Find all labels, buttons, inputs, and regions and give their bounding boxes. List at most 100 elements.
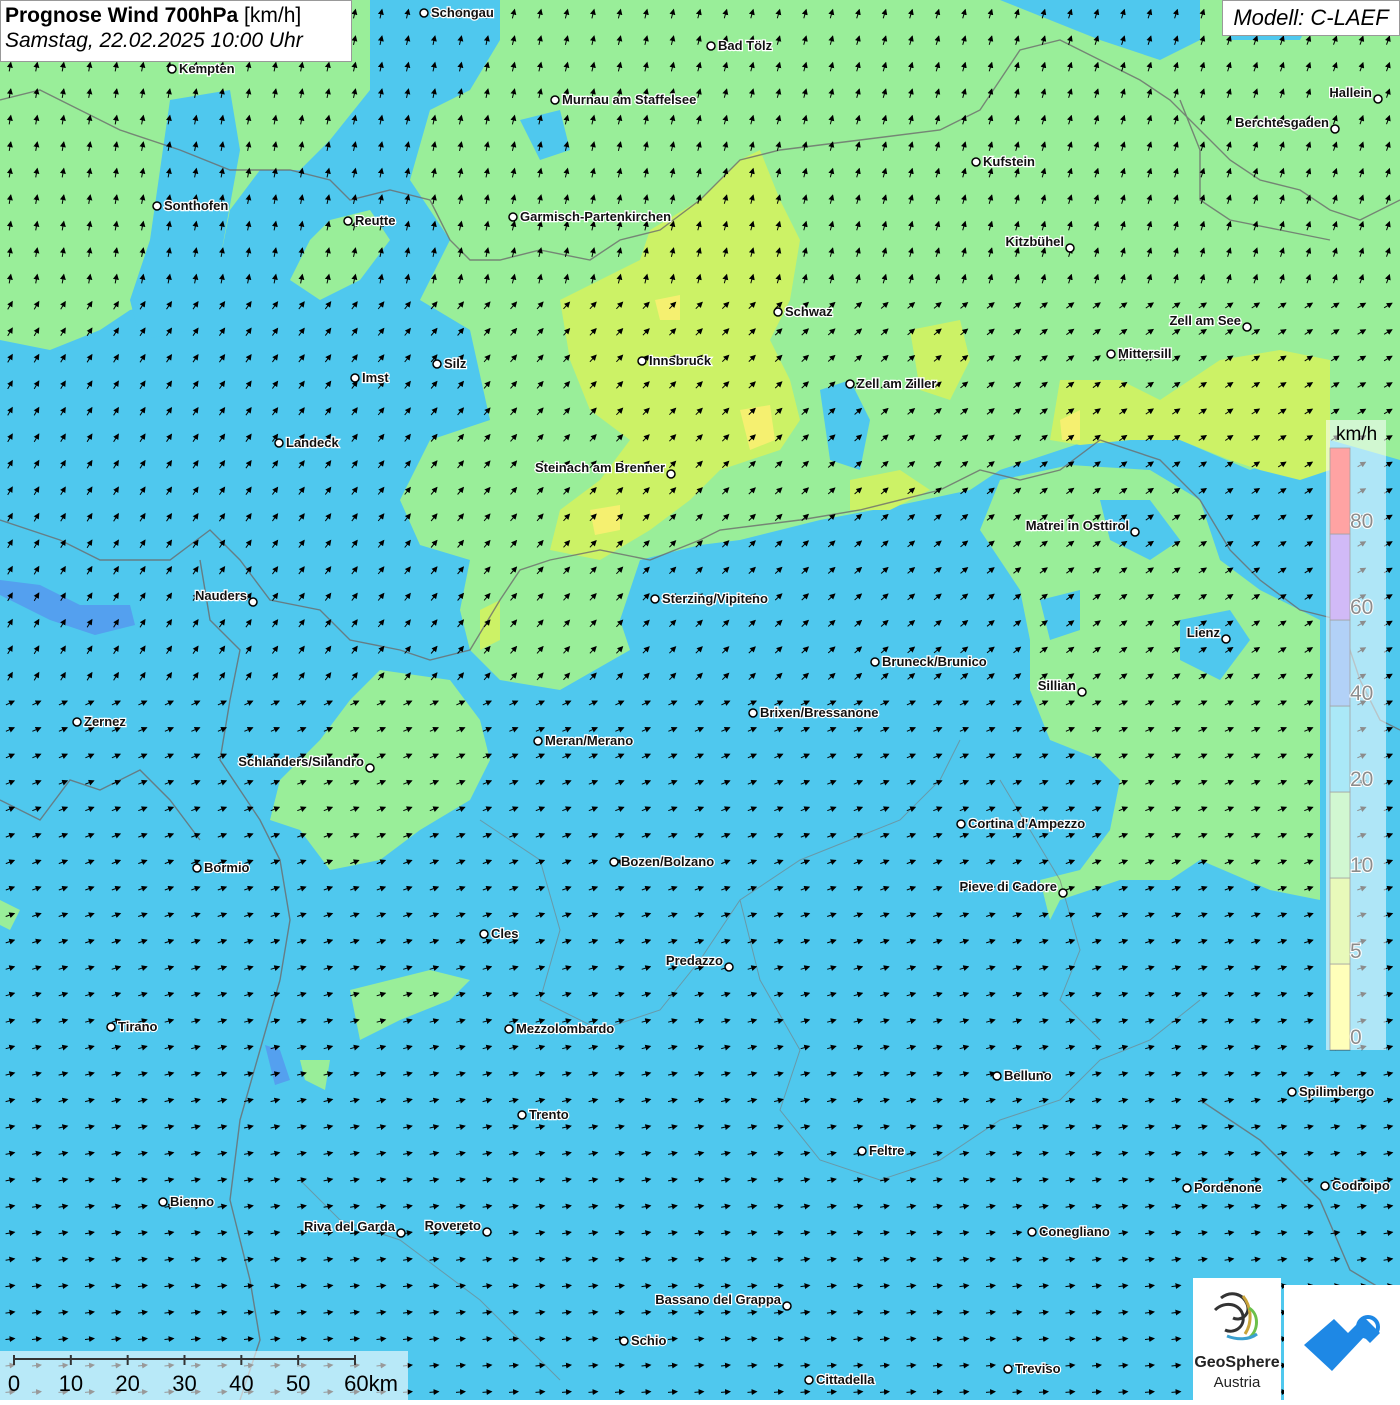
geosphere-logo[interactable]: GeoSphere Austria [1193, 1278, 1281, 1400]
city-label: Schwaz [785, 304, 833, 319]
city-dot [248, 597, 258, 607]
city-dot [508, 212, 518, 222]
city-label: Riva del Garda [304, 1219, 396, 1234]
city-label: Pieve di Cadore [959, 879, 1057, 894]
city-label: Tirano [118, 1019, 158, 1034]
city-innsbruck: Innsbruck [637, 352, 713, 369]
city-label: Bormio [204, 860, 250, 875]
city-label: Berchtesgaden [1235, 115, 1329, 130]
city-label: Sterzing/Vipiteno [662, 591, 768, 606]
city-dot [1373, 94, 1383, 104]
city-dot [365, 763, 375, 773]
city-label: Bienno [170, 1194, 214, 1209]
city-label: Schio [631, 1333, 666, 1348]
city-label: Murnau am Staffelsee [562, 92, 696, 107]
scale-bar: 0 10 20 30 40 50 60km [0, 1351, 408, 1400]
title-box: Prognose Wind 700hPa [km/h] Samstag, 22.… [0, 0, 352, 62]
city-dot [517, 1110, 527, 1120]
city-label: Pordenone [1194, 1180, 1262, 1195]
legend-unit: km/h [1336, 424, 1378, 445]
city-pordenone: Pordenone [1182, 1179, 1263, 1196]
city-dot [992, 1071, 1002, 1081]
city-dot [1182, 1183, 1192, 1193]
city-dot [748, 708, 758, 718]
city-cortina-d-ampezzo: Cortina d'Ampezzo [956, 815, 1086, 832]
map-title-main: Prognose Wind 700hPa [5, 4, 239, 27]
city-dot [804, 1375, 814, 1385]
city-dot [650, 594, 660, 604]
city-label: Kitzbühel [1006, 234, 1065, 249]
city-label: Kempten [179, 61, 235, 76]
city-label: Hallein [1329, 85, 1372, 100]
city-label: Imst [362, 370, 389, 385]
city-label: Spilimbergo [1299, 1084, 1374, 1099]
city-label: Meran/Merano [545, 733, 633, 748]
city-dot [482, 1227, 492, 1237]
city-label: Conegliano [1039, 1224, 1110, 1239]
city-mezzolombardo: Mezzolombardo [504, 1020, 615, 1037]
city-label: Trento [529, 1107, 569, 1122]
map-title: Prognose Wind 700hPa [km/h] [5, 4, 347, 28]
city-label: Belluno [1004, 1068, 1052, 1083]
city-cittadella: Cittadella [804, 1371, 876, 1388]
city-label: Schongau [431, 5, 494, 20]
city-dot [350, 373, 360, 383]
city-label: Codroipo [1332, 1178, 1390, 1193]
city-spilimbergo: Spilimbergo [1287, 1083, 1375, 1100]
scale-label: 60km [344, 1371, 398, 1396]
city-dot [1003, 1364, 1013, 1374]
city-label: Zell am Ziller [857, 376, 936, 391]
city-dot [857, 1146, 867, 1156]
city-label: Matrei in Osttirol [1026, 518, 1129, 533]
scale-label: 50 [285, 1371, 311, 1396]
city-dot [971, 157, 981, 167]
city-label: Garmisch-Partenkirchen [520, 209, 671, 224]
city-bruneck-brunico: Bruneck/Brunico [870, 653, 988, 670]
city-label: Predazzo [666, 953, 723, 968]
scale-label: 0 [7, 1371, 21, 1396]
city-garmisch-partenkirchen: Garmisch-Partenkirchen [508, 208, 672, 225]
city-dot [1221, 634, 1231, 644]
city-label: Silz [444, 356, 467, 371]
geosphere-sub: Austria [1213, 1374, 1261, 1391]
city-label: Zell am See [1169, 313, 1241, 328]
map-title-unit: [km/h] [244, 4, 302, 27]
city-label: Steinach am Brenner [535, 460, 665, 475]
scale-label: 10 [58, 1371, 84, 1396]
city-dot [1242, 322, 1252, 332]
city-label: Landeck [286, 435, 340, 450]
city-dot [479, 929, 489, 939]
forecast-time: Samstag, 22.02.2025 10:00 Uhr [5, 29, 303, 52]
city-label: Mezzolombardo [516, 1021, 614, 1036]
city-dot [1058, 888, 1068, 898]
scale-label: 40 [229, 1371, 254, 1396]
city-dot [152, 201, 162, 211]
city-label: Bassano del Grappa [655, 1292, 781, 1307]
city-dot [550, 95, 560, 105]
city-dot [724, 962, 734, 972]
cloud-arrow-icon [1304, 1315, 1380, 1371]
city-dot [956, 819, 966, 829]
city-sonthofen: Sonthofen [152, 197, 230, 214]
city-conegliano: Conegliano [1027, 1223, 1111, 1240]
city-label: Cortina d'Ampezzo [968, 816, 1085, 831]
city-label: Kufstein [983, 154, 1035, 169]
city-label: Nauders [195, 588, 247, 603]
city-label: Feltre [869, 1143, 904, 1158]
city-dot [1077, 687, 1087, 697]
city-label: Cles [491, 926, 518, 941]
city-schongau: Schongau [419, 4, 495, 21]
city-dot [533, 736, 543, 746]
city-dot [1106, 349, 1116, 359]
cloud-app-logo[interactable] [1284, 1285, 1400, 1400]
city-dot [1320, 1181, 1330, 1191]
city-dot [1130, 527, 1140, 537]
city-brixen-bressanone: Brixen/Bressanone [748, 704, 880, 721]
city-zell-am-ziller: Zell am Ziller [845, 375, 938, 392]
city-dot [504, 1024, 514, 1034]
city-dot [1027, 1227, 1037, 1237]
city-label: Treviso [1015, 1361, 1061, 1376]
city-label: Reutte [355, 213, 395, 228]
city-label: Sillian [1038, 678, 1076, 693]
city-dot [1330, 124, 1340, 134]
